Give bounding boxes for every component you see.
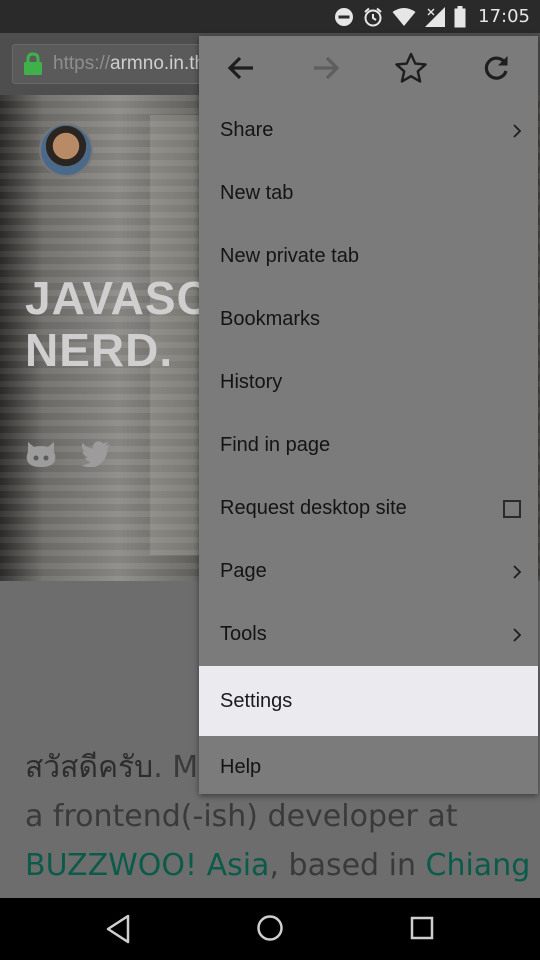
hero-title-line2: NERD.	[25, 324, 174, 376]
github-icon[interactable]	[25, 440, 57, 468]
menu-item-label: New tab	[220, 182, 294, 204]
menu-item-help[interactable]: Help	[199, 736, 538, 799]
menu-item-label: Help	[220, 756, 262, 778]
para-line2: a frontend(-ish) developer at	[25, 799, 458, 834]
overflow-menu: Share New tab New private tab Bookmarks …	[199, 36, 538, 794]
forward-button[interactable]	[284, 36, 369, 99]
menu-item-label: Page	[220, 560, 267, 582]
desktop-site-checkbox[interactable]	[503, 499, 521, 518]
back-button[interactable]	[199, 36, 284, 99]
bookmark-star-icon	[395, 52, 427, 83]
chevron-right-icon	[513, 123, 522, 138]
menu-item-label: Tools	[220, 623, 267, 645]
menu-item-bookmarks[interactable]: Bookmarks	[199, 288, 538, 351]
bookmark-button[interactable]	[369, 36, 454, 99]
reload-button[interactable]	[453, 36, 538, 99]
status-time: 17:05	[478, 6, 530, 27]
para-line3-mid: , based in	[269, 848, 426, 883]
hero-title: JAVASC NERD.	[25, 272, 211, 376]
url-scheme: https://	[53, 53, 111, 74]
menu-item-settings[interactable]: Settings	[199, 666, 538, 736]
chevron-right-icon	[513, 564, 522, 579]
menu-item-share[interactable]: Share	[199, 99, 538, 162]
battery-icon	[454, 5, 466, 27]
greeting-thai: สวัสดีครับ	[25, 750, 154, 785]
menu-item-new-private-tab[interactable]: New private tab	[199, 225, 538, 288]
twitter-icon[interactable]	[81, 441, 111, 467]
recents-nav-icon[interactable]	[410, 916, 434, 940]
menu-item-label: Request desktop site	[220, 497, 407, 519]
alarm-icon	[364, 7, 382, 26]
do-not-disturb-icon	[335, 7, 354, 26]
wifi-icon	[392, 7, 416, 26]
menu-action-row	[199, 36, 538, 99]
menu-item-label: History	[220, 371, 283, 393]
forward-arrow-icon	[314, 56, 340, 79]
menu-item-tools[interactable]: Tools	[199, 603, 538, 666]
url-host: armno.in.th	[110, 53, 206, 74]
back-arrow-icon	[228, 56, 254, 79]
status-icons: 17:05	[334, 0, 530, 33]
menu-item-find-in-page[interactable]: Find in page	[199, 414, 538, 477]
menu-item-label: Bookmarks	[220, 308, 321, 330]
menu-item-label: Settings	[220, 689, 293, 712]
para-line1-rest: . M	[153, 750, 199, 785]
chiang-link[interactable]: Chiang	[426, 848, 531, 883]
menu-item-page[interactable]: Page	[199, 540, 538, 603]
back-nav-icon[interactable]	[105, 914, 131, 944]
home-nav-icon[interactable]	[256, 914, 284, 942]
menu-item-new-tab[interactable]: New tab	[199, 162, 538, 225]
lock-icon	[24, 52, 42, 75]
menu-item-request-desktop-site[interactable]: Request desktop site	[199, 477, 538, 540]
menu-item-label: Find in page	[220, 434, 331, 456]
hero-title-line1: JAVASC	[25, 272, 211, 324]
menu-item-label: Share	[220, 119, 274, 141]
reload-icon	[484, 55, 508, 80]
navigation-bar	[0, 898, 540, 960]
buzzwoo-link[interactable]: BUZZWOO! Asia	[25, 848, 269, 883]
chevron-right-icon	[513, 627, 522, 642]
status-bar: 17:05	[0, 0, 540, 33]
signal-no-data-icon	[425, 6, 446, 27]
menu-item-history[interactable]: History	[199, 351, 538, 414]
menu-item-label: New private tab	[220, 245, 359, 267]
avatar[interactable]	[39, 123, 93, 177]
